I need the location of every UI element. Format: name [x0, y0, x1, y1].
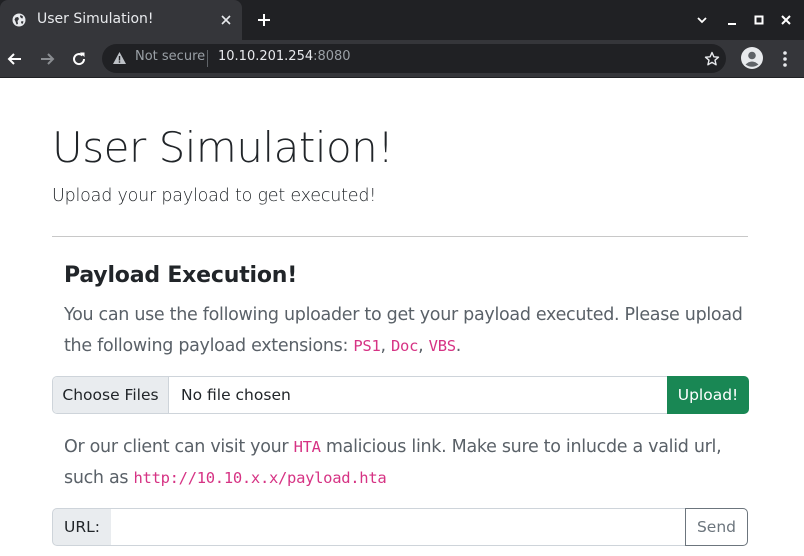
url-input[interactable] — [111, 508, 686, 546]
browser-tab-bar: User Simulation! — [0, 0, 804, 40]
forward-arrow-icon[interactable] — [38, 50, 56, 68]
hta-instructions-line-1: Or our client can visit your HTA malicio… — [64, 432, 722, 463]
page-title: User Simulation! — [52, 123, 394, 172]
more-vert-icon[interactable] — [782, 49, 788, 69]
url-input-group: URL: Send — [52, 508, 748, 546]
globe-icon — [12, 13, 26, 27]
plus-icon[interactable] — [256, 12, 272, 28]
instructions-end: . — [455, 336, 462, 356]
avatar-icon[interactable] — [740, 46, 764, 70]
url-port: :8080 — [313, 49, 351, 64]
instructions-prefix: the following payload extensions: — [64, 336, 354, 356]
ext-separator: , — [380, 336, 392, 356]
divider — [52, 236, 748, 237]
back-arrow-icon[interactable] — [6, 50, 24, 68]
chevron-down-icon[interactable] — [696, 14, 708, 26]
window-close-icon[interactable] — [780, 14, 792, 26]
example-url-code: http://10.10.x.x/payload.hta — [133, 469, 387, 487]
reload-icon[interactable] — [70, 50, 88, 68]
upload-button[interactable]: Upload! — [667, 376, 749, 414]
example-prefix: such as — [64, 468, 134, 488]
address-separator — [207, 50, 208, 67]
send-button[interactable]: Send — [685, 508, 748, 546]
page-content: User Simulation! Upload your payload to … — [0, 79, 804, 556]
hta-prefix: Or our client can visit your — [64, 437, 294, 457]
close-icon[interactable] — [220, 14, 232, 26]
url-text[interactable]: 10.10.201.254:8080 — [218, 49, 351, 64]
ext-doc: Doc — [391, 337, 419, 355]
url-host: 10.10.201.254 — [218, 49, 314, 64]
ext-ps1: PS1 — [353, 337, 381, 355]
ext-vbs: VBS — [428, 337, 456, 355]
url-label: URL: — [52, 508, 112, 546]
tab-title: User Simulation! — [37, 11, 154, 27]
star-icon[interactable] — [704, 51, 720, 67]
warning-icon[interactable] — [112, 51, 127, 65]
hta-instructions-line-2: such as http://10.10.x.x/payload.hta — [64, 463, 387, 494]
browser-tab[interactable]: User Simulation! — [0, 0, 242, 40]
file-upload-group: Choose Files No file chosen Upload! — [52, 376, 749, 414]
page-lead: Upload your payload to get executed! — [52, 186, 377, 206]
hta-code: HTA — [293, 438, 321, 456]
ext-separator: , — [418, 336, 429, 356]
choose-files-button[interactable]: Choose Files — [53, 377, 169, 413]
section-title: Payload Execution! — [64, 263, 298, 288]
minimize-icon[interactable] — [726, 14, 738, 26]
hta-suffix: malicious link. Make sure to inlucde a v… — [320, 437, 722, 457]
instructions-line-1: You can use the following uploader to ge… — [64, 305, 743, 325]
instructions-line-2: the following payload extensions: PS1, D… — [64, 331, 461, 362]
maximize-icon[interactable] — [753, 14, 765, 26]
file-status-text[interactable]: No file chosen — [181, 377, 291, 413]
security-label[interactable]: Not secure — [135, 49, 205, 64]
